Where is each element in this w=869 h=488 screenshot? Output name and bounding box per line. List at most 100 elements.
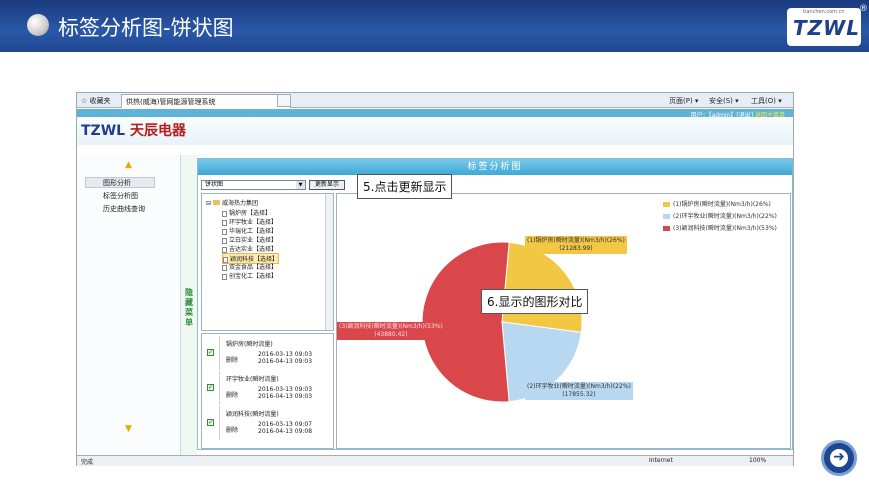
arrow-right-icon: ➜ <box>830 449 848 467</box>
selected-tags-list: ✓ 锅炉房(瞬时流量) 删除 2016-03-13 09:03 2016-04-… <box>201 333 334 449</box>
document-icon <box>222 264 227 271</box>
folder-icon <box>212 200 220 205</box>
tree-item[interactable]: 立白实业【选择】 <box>222 235 277 244</box>
document-icon <box>222 246 227 253</box>
slide-title: 标签分析图-饼状图 <box>58 16 234 40</box>
app-logo-name: 天辰电器 <box>129 123 186 139</box>
document-icon <box>222 219 227 226</box>
hide-menu-label: 隐藏菜单 <box>185 288 193 327</box>
legend-item: (3)颖润科技(瞬时流量)(Nm3/h)(53%) <box>663 223 777 232</box>
tree-root[interactable]: ⊟ 威海热力集团 <box>206 198 258 207</box>
tree-item-label: 吉达实业【选择】 <box>229 246 278 253</box>
tree-item-label: 环宇牧业【选择】 <box>229 219 278 226</box>
browser-tab[interactable]: 供热(威海)管网能源管理系统 <box>121 94 291 108</box>
slice-label-value: (21283.99) <box>559 245 593 252</box>
row-divider <box>219 336 220 370</box>
favorites-button[interactable]: ☆ 收藏夹 <box>81 96 111 106</box>
hide-menu-toggle[interactable]: 隐藏菜单 <box>181 155 197 455</box>
legend-swatch <box>663 226 670 231</box>
tree-item[interactable]: 创宝化工【选择】 <box>222 271 277 280</box>
chart-type-select[interactable]: 饼状图 ▼ <box>201 180 306 190</box>
tree-item-label: 华瑞化工【选择】 <box>229 228 278 235</box>
user-info: 用户：【admin】[退出] 返回主菜单 <box>691 110 785 119</box>
legend-item: (1)锅炉房(瞬时流量)(Nm3/h)(26%) <box>663 199 771 208</box>
start-time: 2016-03-13 09:03 <box>258 386 313 393</box>
tag-name: 颖润科技(瞬时流量) <box>226 411 279 418</box>
browser-tabbar: ☆ 收藏夹 供热(威海)管网能源管理系统 页面(P) ▾ 安全(S) ▾ 工具(… <box>77 93 793 108</box>
tree-item[interactable]: 双金食品【选择】 <box>222 262 277 271</box>
legend-item: (2)环宇牧业(瞬时流量)(Nm3/h)(22%) <box>663 211 777 220</box>
brand-logo-text: TZWL <box>793 16 860 40</box>
end-time: 2016-04-13 09:08 <box>258 428 313 435</box>
slice-label-value: (43880.42) <box>374 331 408 338</box>
pie-slice-1 <box>501 241 583 333</box>
tools-menu[interactable]: 工具(O) ▾ <box>751 96 782 106</box>
list-item: ✓ 颖润科技(瞬时流量) 删除 2016-03-13 09:07 2016-04… <box>202 406 333 440</box>
app-logo: TZWL 天辰电器 <box>81 120 186 140</box>
delete-link[interactable]: 删除 <box>226 355 238 364</box>
scroll-up-icon[interactable]: ▲ <box>125 160 132 170</box>
list-item: ✓ 锅炉房(瞬时流量) 删除 2016-03-13 09:03 2016-04-… <box>202 336 333 370</box>
scroll-down-icon[interactable]: ▼ <box>125 424 132 434</box>
safety-menu[interactable]: 安全(S) ▾ <box>709 96 739 106</box>
tree-item-label: 锅炉房【选择】 <box>229 210 272 217</box>
start-time: 2016-03-13 09:03 <box>258 351 313 358</box>
app-header-strip <box>77 109 793 117</box>
tree-item[interactable]: 华瑞化工【选择】 <box>222 226 277 235</box>
document-icon <box>222 210 227 217</box>
document-icon <box>222 273 227 280</box>
browser-window: ☆ 收藏夹 供热(威海)管网能源管理系统 页面(P) ▾ 安全(S) ▾ 工具(… <box>76 92 794 466</box>
delete-link[interactable]: 删除 <box>226 425 238 434</box>
new-tab-button[interactable] <box>277 94 291 107</box>
row-divider <box>219 371 220 405</box>
end-time: 2016-04-13 09:03 <box>258 393 313 400</box>
slice-label-3: (3)颖润科技(瞬时流量)(Nm3/h)(53%) (43880.42) <box>337 322 445 340</box>
legend-label: (2)环宇牧业(瞬时流量)(Nm3/h)(22%) <box>673 213 777 220</box>
tree-item-label: 双金食品【选择】 <box>229 264 278 271</box>
page-menu[interactable]: 页面(P) ▾ <box>669 96 698 106</box>
checkbox[interactable]: ✓ <box>207 419 214 426</box>
return-main-menu-link[interactable]: 返回主菜单 <box>755 112 785 119</box>
row-divider <box>219 406 220 440</box>
tab-title: 供热(威海)管网能源管理系统 <box>126 98 216 106</box>
chevron-down-icon[interactable]: ▼ <box>296 181 305 189</box>
document-icon <box>222 237 227 244</box>
slide-header: 标签分析图-饼状图 tianchen.com.cn TZWL ® <box>0 0 869 52</box>
chart-type-value: 饼状图 <box>205 181 224 188</box>
tag-name: 锅炉房(瞬时流量) <box>226 341 273 348</box>
sidebar: ▲ 图形分析 标签分析图 历史曲线查询 ▼ <box>77 155 181 455</box>
zoom-level[interactable]: 100% <box>749 457 766 464</box>
sidebar-item-tag-analysis[interactable]: 标签分析图 <box>103 191 138 201</box>
registered-mark: ® <box>859 4 868 14</box>
checkbox[interactable]: ✓ <box>207 349 214 356</box>
status-text: 完成 <box>81 459 94 466</box>
tree-item[interactable]: 环宇牧业【选择】 <box>222 217 277 226</box>
tag-name: 环宇牧业(瞬时流量) <box>226 376 279 383</box>
panel-title: 标签分析图 <box>198 159 792 175</box>
slice-label-2: (2)环宇牧业(瞬时流量)(Nm3/h)(22%) (17855.32) <box>525 382 633 400</box>
update-display-button[interactable]: 更新显示 <box>309 180 345 190</box>
delete-link[interactable]: 删除 <box>226 390 238 399</box>
slice-label-text: (2)环宇牧业(瞬时流量)(Nm3/h)(22%) <box>527 383 631 390</box>
next-slide-button[interactable]: ➜ <box>821 440 857 476</box>
list-item: ✓ 环宇牧业(瞬时流量) 删除 2016-03-13 09:03 2016-04… <box>202 371 333 405</box>
user-label[interactable]: 用户：【admin】[退出] <box>691 112 753 119</box>
checkbox[interactable]: ✓ <box>207 384 214 391</box>
tree-item[interactable]: 锅炉房【选择】 <box>222 208 271 217</box>
sidebar-item-graph-analysis[interactable]: 图形分析 <box>103 178 131 188</box>
tree-item-label: 创宝化工【选择】 <box>229 273 278 280</box>
legend-swatch <box>663 214 670 219</box>
slice-label-value: (17855.32) <box>562 391 596 398</box>
callout-step6: 6.显示的图形对比 <box>481 289 589 314</box>
browser-statusbar: 完成 Internet 100% <box>77 455 793 466</box>
tag-tree: ⊟ 威海热力集团 锅炉房【选择】 环宇牧业【选择】 华瑞化工【选择】 立白实业【… <box>201 193 334 331</box>
sidebar-item-history-curve[interactable]: 历史曲线查询 <box>103 204 145 214</box>
brand-logo: tianchen.com.cn TZWL ® <box>787 4 868 46</box>
tree-scrollbar[interactable] <box>325 194 333 330</box>
slice-label-text: (1)锅炉房(瞬时流量)(Nm3/h)(26%) <box>527 237 625 244</box>
document-icon <box>222 228 227 235</box>
app-logo-mark: TZWL <box>81 123 126 139</box>
tree-root-label: 威海热力集团 <box>221 200 258 207</box>
tree-item[interactable]: 吉达实业【选择】 <box>222 244 277 253</box>
slice-label-text: (3)颖润科技(瞬时流量)(Nm3/h)(53%) <box>339 323 443 330</box>
